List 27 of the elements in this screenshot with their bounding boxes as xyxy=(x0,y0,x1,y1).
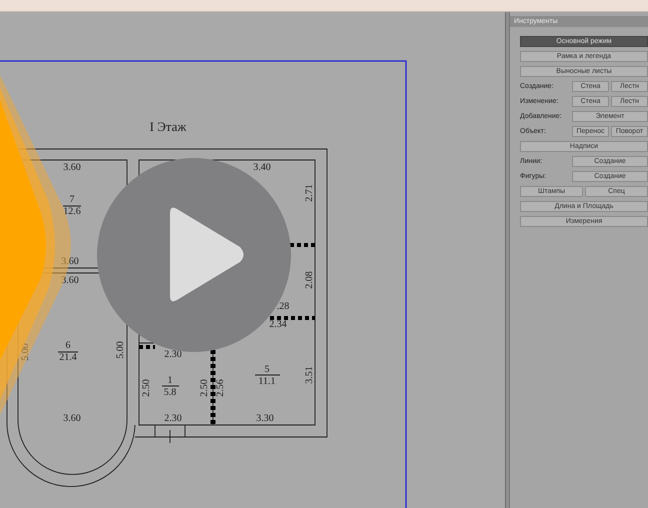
dimension-label: 2.71 xyxy=(304,184,315,202)
dimension-label: 5.8 xyxy=(164,387,176,398)
dimension-label: 2.34 xyxy=(269,319,287,330)
dimension-label: 5.00 xyxy=(115,341,126,359)
dimension-label: 12.6 xyxy=(63,206,81,217)
dimension-label: 3.60 xyxy=(61,256,79,267)
floor-title: I Этаж xyxy=(150,119,186,134)
dimension-label: 2.30 xyxy=(164,413,182,424)
dimension-label: 2.30 xyxy=(164,349,182,360)
dimension-label: 2.56 xyxy=(215,379,226,397)
dimension-label: 3.60 xyxy=(61,275,79,286)
dimension-label: 6 xyxy=(66,340,70,351)
dimension-label: 3.60 xyxy=(63,162,81,173)
dimension-label: 21.4 xyxy=(59,352,77,363)
dimension-label: 5.00 xyxy=(20,343,31,361)
dimension-label: 11.1 xyxy=(258,376,276,387)
dimension-label: 3.40 xyxy=(253,162,271,173)
dimension-label: 2.08 xyxy=(304,271,315,289)
dimension-label: 3.51 xyxy=(304,366,315,384)
dimension-label: 3.60 xyxy=(63,413,81,424)
dimension-label: 3.30 xyxy=(256,413,274,424)
dimension-label: 5 xyxy=(264,364,270,375)
dimension-label: 2.50 xyxy=(141,379,152,397)
dimension-label: 7 xyxy=(70,194,74,205)
dimension-label: .28 xyxy=(276,301,290,312)
dimension-label: 2.50 xyxy=(199,379,210,397)
dimension-label: 1 xyxy=(168,375,172,386)
